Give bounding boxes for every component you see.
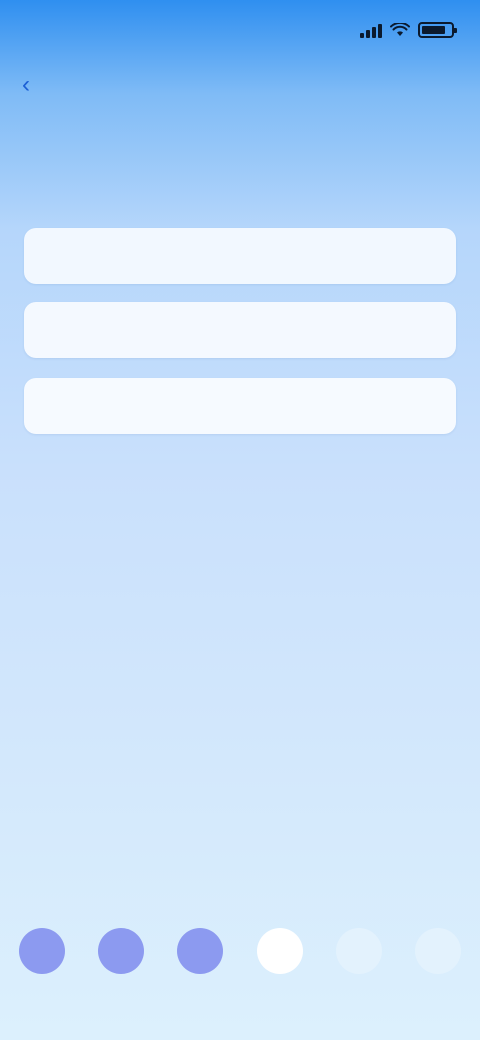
status-bar [0,0,480,60]
back-button[interactable]: ‹ [22,72,36,98]
battery-icon [418,22,457,38]
bottom-action-row [16,928,464,998]
bottom-item-1[interactable] [16,928,68,998]
bottom-item-4[interactable] [254,928,306,998]
circle-icon [177,928,224,974]
bottom-item-3[interactable] [174,928,226,998]
bottom-item-5[interactable] [333,928,385,998]
signal-icon [360,22,382,38]
circle-icon [335,928,382,974]
circle-icon [414,928,461,974]
circle-icon [19,928,65,974]
form-field-3[interactable] [24,378,456,434]
chevron-left-icon: ‹ [22,71,30,98]
bottom-item-2[interactable] [95,928,147,998]
form-field-1[interactable] [24,228,456,284]
form-input-1[interactable] [42,244,438,268]
status-time [26,14,138,46]
bottom-item-6[interactable] [412,928,464,998]
circle-icon [98,928,145,974]
status-icons [360,20,457,40]
form-input-3[interactable] [42,394,438,418]
wifi-icon [390,23,410,36]
battery-fill [422,26,446,34]
form-input-2[interactable] [42,318,438,342]
form-field-2[interactable] [24,302,456,358]
circle-icon [256,928,303,974]
